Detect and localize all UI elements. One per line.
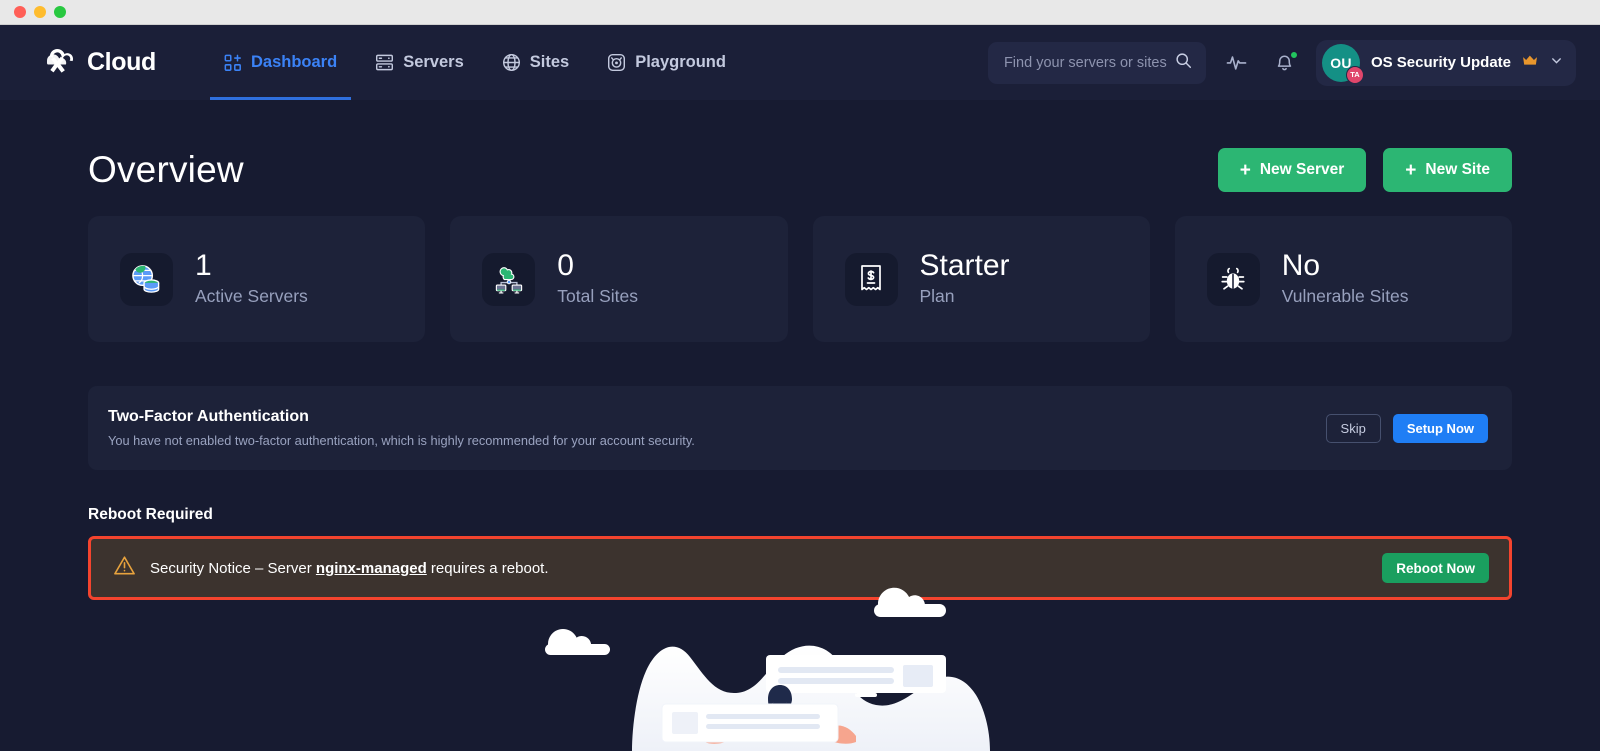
stat-value: 1 [195, 248, 212, 282]
page-title: Overview [88, 149, 244, 190]
user-menu-button[interactable]: OU TA OS Security Update [1315, 39, 1576, 86]
stat-cards: 1 Active Servers 0 Total Sites Starter P… [88, 216, 1512, 342]
stat-card-active-servers[interactable]: 1 Active Servers [88, 216, 426, 342]
nav-item-sites-label: Sites [529, 53, 570, 71]
stat-card-plan[interactable]: Starter Plan [812, 216, 1150, 342]
stat-card-text: 0 Total Sites [557, 249, 638, 310]
stat-label: Plan [919, 286, 955, 307]
stat-value: Starter [919, 248, 1010, 282]
reboot-required-heading: Reboot Required [88, 506, 213, 523]
crown-icon [1522, 54, 1539, 72]
page-header: Overview + New Server + New Site [88, 100, 1512, 216]
alert-text-after: requires a reboot. [426, 559, 549, 577]
primary-nav: Dashboard Servers Sites Playground [210, 25, 740, 100]
warning-triangle-icon [113, 554, 136, 582]
avatar-badge: TA [1345, 65, 1364, 84]
stat-label: Total Sites [557, 286, 638, 307]
stat-card-text: 1 Active Servers [195, 249, 308, 310]
cloud-x-logo-icon [40, 47, 78, 79]
chevron-down-icon[interactable] [1550, 54, 1563, 72]
plus-icon: + [1405, 159, 1417, 181]
alert-text-before: Security Notice – Server [150, 559, 316, 577]
search-icon [1175, 52, 1192, 74]
stat-card-text: Starter Plan [920, 249, 1010, 310]
arm-right [828, 725, 856, 744]
page-content: Overview + New Server + New Site 1 Activ… [0, 100, 1600, 600]
nav-item-servers-label: Servers [403, 53, 464, 71]
setup-now-button[interactable]: Setup Now [1392, 413, 1488, 443]
dashboard-grid-plus-icon [224, 54, 242, 72]
new-server-button[interactable]: + New Server [1217, 148, 1367, 192]
search-placeholder: Find your servers or sites [1003, 54, 1167, 71]
alert-server-name[interactable]: nginx-managed [316, 560, 427, 577]
stat-value: No [1281, 248, 1321, 282]
stat-label: Active Servers [195, 286, 308, 307]
page-header-actions: + New Server + New Site [1217, 148, 1512, 192]
nav-item-playground-label: Playground [635, 53, 726, 71]
receipt-dollar-icon [844, 252, 898, 306]
globe-database-icon [120, 252, 173, 306]
stat-card-vulnerable-sites[interactable]: No Vulnerable Sites [1174, 216, 1512, 342]
minimize-window-button[interactable] [34, 6, 46, 18]
search-input[interactable]: Find your servers or sites [987, 41, 1206, 84]
two-factor-description: You have not enabled two-factor authenti… [108, 433, 695, 448]
card-panel [661, 703, 839, 743]
two-factor-text: Two-Factor Authentication You have not e… [108, 408, 695, 448]
hill-shape [632, 645, 990, 751]
bug-icon [1206, 252, 1260, 306]
nav-item-sites[interactable]: Sites [488, 25, 583, 100]
reboot-now-button[interactable]: Reboot Now [1382, 553, 1489, 583]
skip-button[interactable]: Skip [1325, 413, 1381, 443]
person-illustration [752, 685, 808, 741]
top-navigation-bar: Cloud Dashboard Servers Sites Playground… [0, 25, 1600, 100]
stat-value: 0 [557, 248, 574, 282]
maximize-window-button[interactable] [54, 6, 66, 18]
app-root: Cloud Dashboard Servers Sites Playground… [0, 25, 1600, 751]
new-server-label: New Server [1259, 161, 1345, 178]
two-factor-title: Two-Factor Authentication [108, 408, 309, 425]
brand-logo[interactable]: Cloud [40, 47, 210, 79]
nav-item-servers[interactable]: Servers [361, 25, 478, 100]
nav-right-cluster: Find your servers or sites OU TA OS Secu… [987, 39, 1576, 86]
nav-item-dashboard-label: Dashboard [251, 53, 338, 71]
new-site-button[interactable]: + New Site [1383, 148, 1512, 192]
user-name-label: OS Security Update [1370, 54, 1511, 71]
nav-item-playground[interactable]: Playground [593, 25, 740, 100]
stat-label: Vulnerable Sites [1281, 286, 1409, 307]
two-factor-actions: Skip Setup Now [1325, 413, 1488, 443]
dashboard-empty-state-illustration [0, 581, 1600, 751]
card-panel [766, 655, 946, 697]
nav-item-dashboard[interactable]: Dashboard [210, 25, 352, 100]
reboot-alert-text: Security Notice – Server nginx-managed r… [150, 560, 549, 577]
cloud-icon [545, 629, 610, 655]
notifications-bell-button[interactable] [1268, 46, 1302, 80]
stat-card-total-sites[interactable]: 0 Total Sites [450, 216, 788, 342]
arm-left [704, 725, 732, 744]
cloud-network-icon [482, 252, 536, 306]
activity-pulse-icon[interactable] [1220, 46, 1254, 80]
window-titlebar [0, 0, 1600, 25]
avatar: OU TA [1321, 43, 1364, 84]
plus-icon: + [1239, 159, 1251, 181]
reboot-alert-banner: Security Notice – Server nginx-managed r… [88, 536, 1512, 600]
globe-icon [502, 53, 521, 72]
stat-card-text: No Vulnerable Sites [1282, 249, 1409, 310]
brand-name: Cloud [87, 48, 156, 76]
close-window-button[interactable] [14, 6, 26, 18]
new-site-label: New Site [1425, 161, 1490, 178]
notification-unread-dot [1289, 50, 1298, 59]
server-rack-icon [375, 53, 394, 72]
two-factor-panel: Two-Factor Authentication You have not e… [88, 386, 1512, 470]
playground-icon [607, 53, 626, 72]
